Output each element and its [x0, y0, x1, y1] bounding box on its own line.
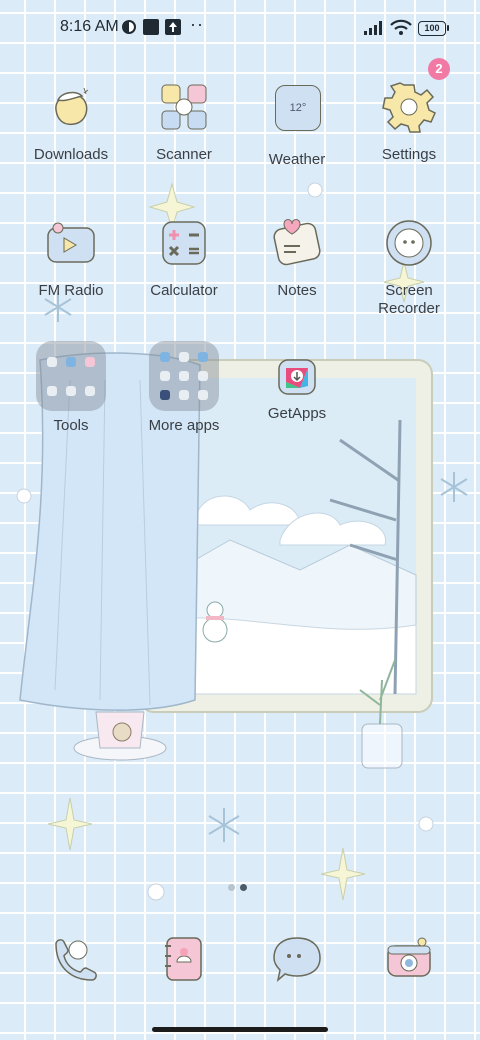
app-label: GetApps	[267, 405, 327, 422]
page-dot-2-active[interactable]	[240, 884, 247, 891]
app-getapps[interactable]: GetApps	[242, 352, 352, 423]
app-notes[interactable]: Notes	[242, 216, 352, 300]
dock-phone-icon[interactable]	[48, 932, 102, 986]
dock-messages-icon[interactable]	[270, 932, 324, 986]
folder-icon	[36, 341, 106, 411]
app-label: FM Radio	[38, 282, 104, 299]
downloads-icon	[44, 80, 98, 134]
folder-more-apps[interactable]: More apps	[129, 341, 239, 435]
app-label: Scanner	[156, 146, 212, 163]
calculator-icon	[157, 216, 211, 270]
notes-icon	[270, 216, 324, 270]
weather-temp: 12°	[275, 85, 321, 131]
battery-indicator: 100	[418, 21, 449, 36]
app-downloads[interactable]: Downloads	[16, 80, 126, 164]
dock-camera-icon[interactable]	[382, 932, 436, 986]
app-screen-recorder[interactable]: Screen Recorder	[354, 216, 464, 318]
radio-icon	[44, 216, 98, 270]
gesture-home-bar[interactable]	[152, 1027, 328, 1032]
app-weather[interactable]: 12° Weather	[242, 80, 352, 169]
app-label: Screen Recorder	[378, 282, 440, 317]
app-fm-radio[interactable]: FM Radio	[16, 216, 126, 300]
app-label: Downloads	[33, 146, 109, 163]
signal-icon	[364, 21, 382, 35]
folder-icon	[149, 341, 219, 411]
screen-recorder-icon	[382, 216, 436, 270]
upload-icon	[165, 19, 181, 35]
data-saver-icon	[122, 20, 136, 34]
page-dot-1[interactable]	[228, 884, 235, 891]
status-time: 8:16 AM	[60, 18, 119, 35]
app-label: Notes	[277, 282, 317, 299]
dock-contacts-icon[interactable]	[157, 932, 211, 986]
settings-gear-icon: 2	[382, 58, 450, 134]
app-label: Tools	[53, 417, 89, 434]
folder-tools[interactable]: Tools	[16, 341, 126, 435]
app-settings[interactable]: 2 Settings	[354, 58, 464, 164]
weather-icon: 12°	[270, 85, 324, 139]
more-notifications-icon: ··	[190, 14, 204, 34]
app-scanner[interactable]: Scanner	[129, 80, 239, 164]
app-label: Calculator	[150, 282, 218, 299]
status-bar: 8:16 AM ·· 100	[0, 0, 480, 56]
scanner-icon	[157, 80, 211, 134]
app-label: Settings	[381, 146, 437, 163]
wifi-icon	[390, 19, 412, 35]
page-indicator	[228, 878, 252, 896]
app-notification-icon	[143, 19, 159, 35]
app-label: More apps	[148, 417, 220, 434]
app-calculator[interactable]: Calculator	[129, 216, 239, 300]
getapps-icon	[270, 352, 324, 406]
app-label: Weather	[268, 151, 326, 168]
notification-badge: 2	[428, 58, 450, 80]
